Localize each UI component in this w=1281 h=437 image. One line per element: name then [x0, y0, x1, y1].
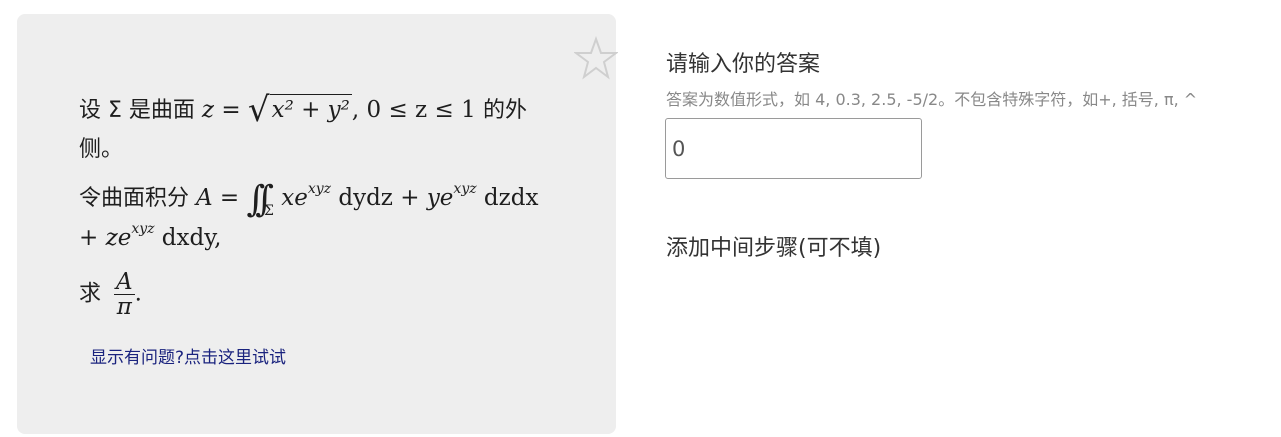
problem-line-4: + zexyz dxdy,: [79, 216, 221, 263]
display-help-link[interactable]: 显示有问题?点击这里试试: [90, 343, 286, 368]
math-differential: dydz +: [331, 185, 427, 211]
math-exponent: xyz: [453, 181, 477, 197]
math-var-A: A: [196, 185, 213, 211]
problem-text: 求: [79, 281, 108, 307]
fraction-denominator: π: [116, 294, 132, 320]
problem-line-2: 侧。: [79, 137, 124, 162]
double-integral-symbol: ∫∫: [246, 179, 274, 220]
star-icon[interactable]: [574, 36, 618, 80]
math-term: ye: [426, 185, 454, 211]
problem-line-5: 求 Aπ.: [79, 270, 142, 319]
answer-hint: 答案为数值形式，如 4, 0.3, 2.5, -5/2。不包含特殊字符，如+, …: [666, 90, 1198, 109]
sqrt-symbol: √: [247, 90, 270, 130]
math-exponent: xyz: [131, 221, 155, 237]
problem-text: 令曲面积分: [79, 186, 196, 211]
answer-title: 请输入你的答案: [666, 52, 821, 77]
problem-text: 设 Σ 是曲面: [79, 98, 202, 123]
math-var-z: z: [201, 97, 215, 123]
math-term: xe: [281, 185, 308, 211]
fraction-numerator: A: [114, 269, 135, 295]
math-period: .: [134, 280, 142, 307]
math-differential: dzdx: [476, 185, 539, 211]
answer-input[interactable]: [665, 118, 922, 179]
math-range: , 0 ≤ z ≤ 1: [351, 97, 484, 123]
fraction: Aπ: [114, 270, 135, 319]
math-equals: =: [212, 185, 247, 211]
math-term: + ze: [79, 225, 132, 251]
question-card: 设 Σ 是曲面 z = √x² + y², 0 ≤ z ≤ 1 的外 侧。 令曲…: [17, 14, 618, 434]
integral-domain: Σ: [264, 203, 274, 219]
problem-line-1: 设 Σ 是曲面 z = √x² + y², 0 ≤ z ≤ 1 的外: [79, 84, 527, 133]
sqrt-content: x² + y²: [269, 94, 352, 125]
math-differential: dxdy,: [154, 225, 222, 251]
math-exponent: xyz: [307, 181, 332, 197]
math-equals: =: [214, 97, 248, 123]
problem-text: 的外: [483, 98, 528, 123]
add-steps-link[interactable]: 添加中间步骤(可不填): [666, 230, 881, 262]
